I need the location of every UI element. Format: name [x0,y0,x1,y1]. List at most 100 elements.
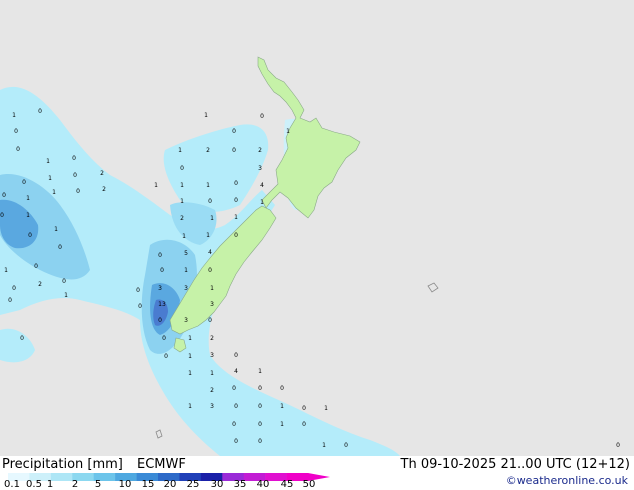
precip-value-label: 1 [234,214,238,221]
credit-link[interactable]: ©weatheronline.co.uk [506,474,628,487]
legend-tick-label: 10 [118,479,132,490]
precip-value-label: 4 [234,368,238,375]
precip-value-label: 0 [38,108,42,115]
precip-value-label: 0 [302,421,306,428]
precip-value-label: 0 [280,385,284,392]
valid-time: Th 09-10-2025 21..00 UTC (12+12) [400,457,631,472]
precip-value-label: 4 [208,249,212,256]
precip-value-label: 1 [324,405,328,412]
legend-tick-label: 1 [46,479,54,490]
precip-value-label: 1 [180,182,184,189]
precip-value-label: 0 [260,113,264,120]
precip-value-label: 0 [160,267,164,274]
precip-value-label: 0 [232,385,236,392]
precip-value-label: 1 [258,368,262,375]
precip-value-label: 2 [210,335,214,342]
precip-value-label: 0 [14,128,18,135]
precip-value-label: 0 [138,303,142,310]
precip-value-label: 1 [182,233,186,240]
precip-value-label: 0 [258,403,262,410]
precip-value-label: 1 [188,403,192,410]
legend-footer: Precipitation [mm] ECMWF Th 09-10-2025 2… [0,456,634,490]
precip-value-label: 2 [210,387,214,394]
precip-value-label: 1 [260,199,264,206]
precip-value-label: 0 [16,146,20,153]
legend-tick-label: 25 [186,479,200,490]
legend-tick-label: 0.5 [26,479,42,490]
legend-tick-label: 20 [163,479,177,490]
precip-value-label: 3 [258,165,262,172]
precip-value-label: 0 [232,421,236,428]
precip-value-label: 0 [22,179,26,186]
precip-value-label: 0 [258,421,262,428]
precip-value-label: 1 [322,442,326,449]
precip-value-label: 1 [184,267,188,274]
precip-value-label: 1 [154,182,158,189]
precip-value-label: 0 [258,438,262,445]
precip-value-label: 1 [210,215,214,222]
precip-value-label: 1 [206,232,210,239]
precip-value-label: 0 [2,192,6,199]
precip-value-label: 1 [46,158,50,165]
precip-value-label: 3 [158,285,162,292]
precip-value-label: 2 [102,186,106,193]
legend-tick-label: 2 [71,479,79,490]
precip-value-label: 1 [210,285,214,292]
precip-value-label: 0 [72,155,76,162]
precip-value-label: 0 [180,165,184,172]
precip-value-label: 3 [210,301,214,308]
precip-value-label: 1 [178,147,182,154]
precip-value-label: 1 [12,112,16,119]
precip-value-label: 0 [158,252,162,259]
precip-value-label: 2 [206,147,210,154]
precip-value-label: 1 [280,403,284,410]
precip-value-label: 0 [62,278,66,285]
legend-tick-label: 35 [233,479,247,490]
legend-tick-label: 50 [302,479,316,490]
precip-value-label: 13 [158,301,166,308]
precip-value-label: 0 [616,442,620,449]
precip-value-label: 1 [26,195,30,202]
precip-value-label: 2 [38,281,42,288]
precip-value-label: 1 [64,292,68,299]
precip-value-label: 1 [52,189,56,196]
variable-title: Precipitation [mm] [2,457,123,472]
precip-value-label: 0 [258,385,262,392]
precip-value-label: 1 [54,226,58,233]
precip-value-label: 1 [180,198,184,205]
precip-value-label: 0 [234,352,238,359]
precip-value-label: 0 [0,212,4,219]
precip-value-label: 1 [188,353,192,360]
precip-value-label: 1 [286,128,290,135]
precip-value-label: 0 [136,287,140,294]
precip-value-label: 0 [232,147,236,154]
precip-value-label: 1 [204,112,208,119]
legend-tick-label: 5 [94,479,102,490]
precip-value-label: 0 [234,403,238,410]
precip-value-label: 0 [164,353,168,360]
precip-value-label: 1 [188,335,192,342]
precip-value-label: 0 [34,263,38,270]
precip-value-label: 1 [4,267,8,274]
precip-value-label: 0 [76,188,80,195]
precip-value-label: 0 [8,297,12,304]
legend-tick-label: 40 [256,479,270,490]
precip-value-label: 0 [302,405,306,412]
precip-value-label: 3 [184,317,188,324]
precip-value-label: 0 [58,244,62,251]
precip-value-label: 0 [234,180,238,187]
precip-value-label: 0 [158,317,162,324]
precip-value-label: 1 [188,370,192,377]
precip-value-label: 0 [234,197,238,204]
precip-value-label: 0 [28,232,32,239]
precip-value-label: 3 [210,403,214,410]
precip-value-label: 0 [208,317,212,324]
precip-value-label: 0 [162,335,166,342]
precip-value-label: 1 [48,175,52,182]
precip-value-label: 0 [234,438,238,445]
precip-value-label: 0 [234,232,238,239]
precip-value-label: 0 [208,267,212,274]
precip-value-label: 0 [73,172,77,179]
legend-color-cell [50,473,73,481]
precip-value-label: 2 [258,147,262,154]
